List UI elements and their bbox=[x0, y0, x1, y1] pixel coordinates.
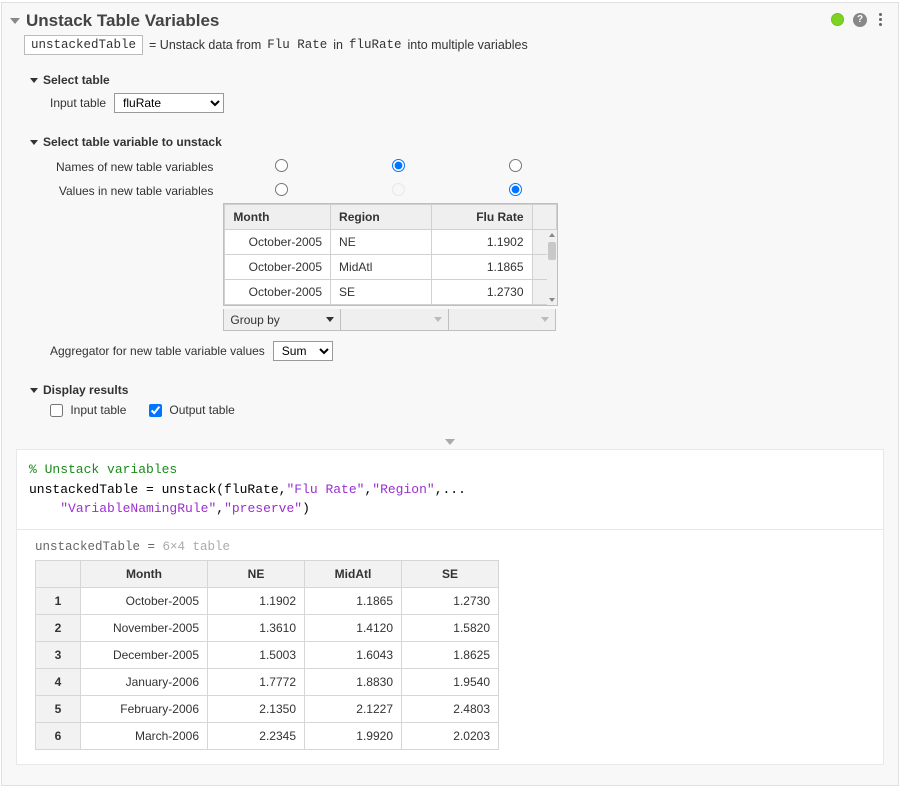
result-row: 4January-20061.77721.88301.9540 bbox=[36, 668, 499, 695]
result-output: unstackedTable = 6×4 table Month NE MidA… bbox=[16, 530, 884, 765]
status-indicator-icon bbox=[832, 14, 843, 25]
preview-row: October-2005 NE 1.1902 bbox=[225, 230, 557, 255]
result-col-month: Month bbox=[81, 560, 208, 587]
row-label-values: Values in new table variables bbox=[50, 179, 223, 203]
help-icon[interactable]: ? bbox=[853, 13, 867, 27]
caret-down-icon bbox=[30, 140, 38, 145]
result-row: 5February-20062.13502.12272.4803 bbox=[36, 695, 499, 722]
radio-names-month[interactable] bbox=[275, 159, 288, 172]
source-table-code: fluRate bbox=[349, 38, 402, 52]
row-label-names: Names of new table variables bbox=[50, 155, 223, 179]
section-select-table: Select table Input table fluRate bbox=[2, 63, 898, 125]
radio-selection-table: Names of new table variables Values in n… bbox=[50, 155, 574, 331]
preview-col-month: Month bbox=[225, 205, 331, 230]
result-col-se: SE bbox=[402, 560, 499, 587]
expand-results-icon[interactable] bbox=[445, 439, 455, 445]
input-table-label: Input table bbox=[50, 96, 106, 110]
caret-down-icon bbox=[30, 388, 38, 393]
result-row: 3December-20051.50031.60431.8625 bbox=[36, 641, 499, 668]
chevron-down-icon bbox=[541, 317, 549, 322]
preview-col-rate: Flu Rate bbox=[432, 205, 532, 230]
result-row: 1October-20051.19021.18651.2730 bbox=[36, 587, 499, 614]
section-select-var: Select table variable to unstack Names o… bbox=[2, 125, 898, 373]
generated-code: % Unstack variables unstackedTable = uns… bbox=[16, 449, 884, 530]
preview-col-region: Region bbox=[331, 205, 432, 230]
radio-values-region bbox=[392, 183, 405, 196]
result-row: 2November-20051.36101.41201.5820 bbox=[36, 614, 499, 641]
input-table-select[interactable]: fluRate bbox=[114, 93, 224, 113]
panel-header: Unstack Table Variables ? bbox=[2, 3, 898, 35]
result-header: unstackedTable = 6×4 table bbox=[35, 540, 865, 554]
task-panel: Unstack Table Variables ? unstackedTable… bbox=[1, 2, 899, 786]
checkbox-input-table-box[interactable] bbox=[50, 404, 63, 417]
section-header-display[interactable]: Display results bbox=[30, 383, 884, 397]
groupby-select-region bbox=[341, 309, 449, 331]
chevron-down-icon bbox=[326, 317, 334, 322]
radio-names-region[interactable] bbox=[392, 159, 405, 172]
radio-values-month[interactable] bbox=[275, 183, 288, 196]
scroll-thumb[interactable] bbox=[548, 242, 556, 260]
aggregator-select[interactable]: Sum bbox=[273, 341, 333, 361]
section-header-select-var[interactable]: Select table variable to unstack bbox=[30, 135, 884, 149]
section-display-results: Display results Input table Output table bbox=[2, 373, 898, 429]
result-col-midatl: MidAtl bbox=[305, 560, 402, 587]
collapse-icon[interactable] bbox=[10, 18, 20, 24]
chevron-down-icon bbox=[434, 317, 442, 322]
task-title: Unstack Table Variables bbox=[26, 11, 219, 31]
preview-row: October-2005 MidAtl 1.1865 bbox=[225, 255, 557, 280]
checkbox-input-table[interactable]: Input table bbox=[50, 403, 126, 417]
task-summary: unstackedTable = Unstack data from Flu R… bbox=[2, 35, 898, 63]
radio-names-flurate[interactable] bbox=[509, 159, 522, 172]
preview-table: Month Region Flu Rate October-2005 NE 1.… bbox=[223, 203, 558, 306]
result-table: Month NE MidAtl SE 1October-20051.19021.… bbox=[35, 560, 499, 750]
scroll-down-icon[interactable] bbox=[547, 295, 557, 305]
result-col-ne: NE bbox=[208, 560, 305, 587]
output-var-name: unstackedTable bbox=[24, 35, 143, 55]
aggregator-label: Aggregator for new table variable values bbox=[50, 344, 265, 358]
preview-row: October-2005 SE 1.2730 bbox=[225, 280, 557, 305]
groupby-select-month[interactable]: Group by bbox=[223, 309, 341, 331]
groupby-select-rate bbox=[449, 309, 556, 331]
checkbox-output-table-box[interactable] bbox=[149, 404, 162, 417]
menu-icon[interactable] bbox=[877, 11, 884, 28]
result-row: 6March-20062.23451.99202.0203 bbox=[36, 722, 499, 749]
preview-scrollbar[interactable] bbox=[547, 230, 557, 305]
radio-values-flurate[interactable] bbox=[509, 183, 522, 196]
section-header-select-table[interactable]: Select table bbox=[30, 73, 884, 87]
source-var-code: Flu Rate bbox=[267, 38, 327, 52]
caret-down-icon bbox=[30, 78, 38, 83]
scroll-up-icon[interactable] bbox=[547, 230, 557, 240]
checkbox-output-table[interactable]: Output table bbox=[149, 403, 235, 417]
